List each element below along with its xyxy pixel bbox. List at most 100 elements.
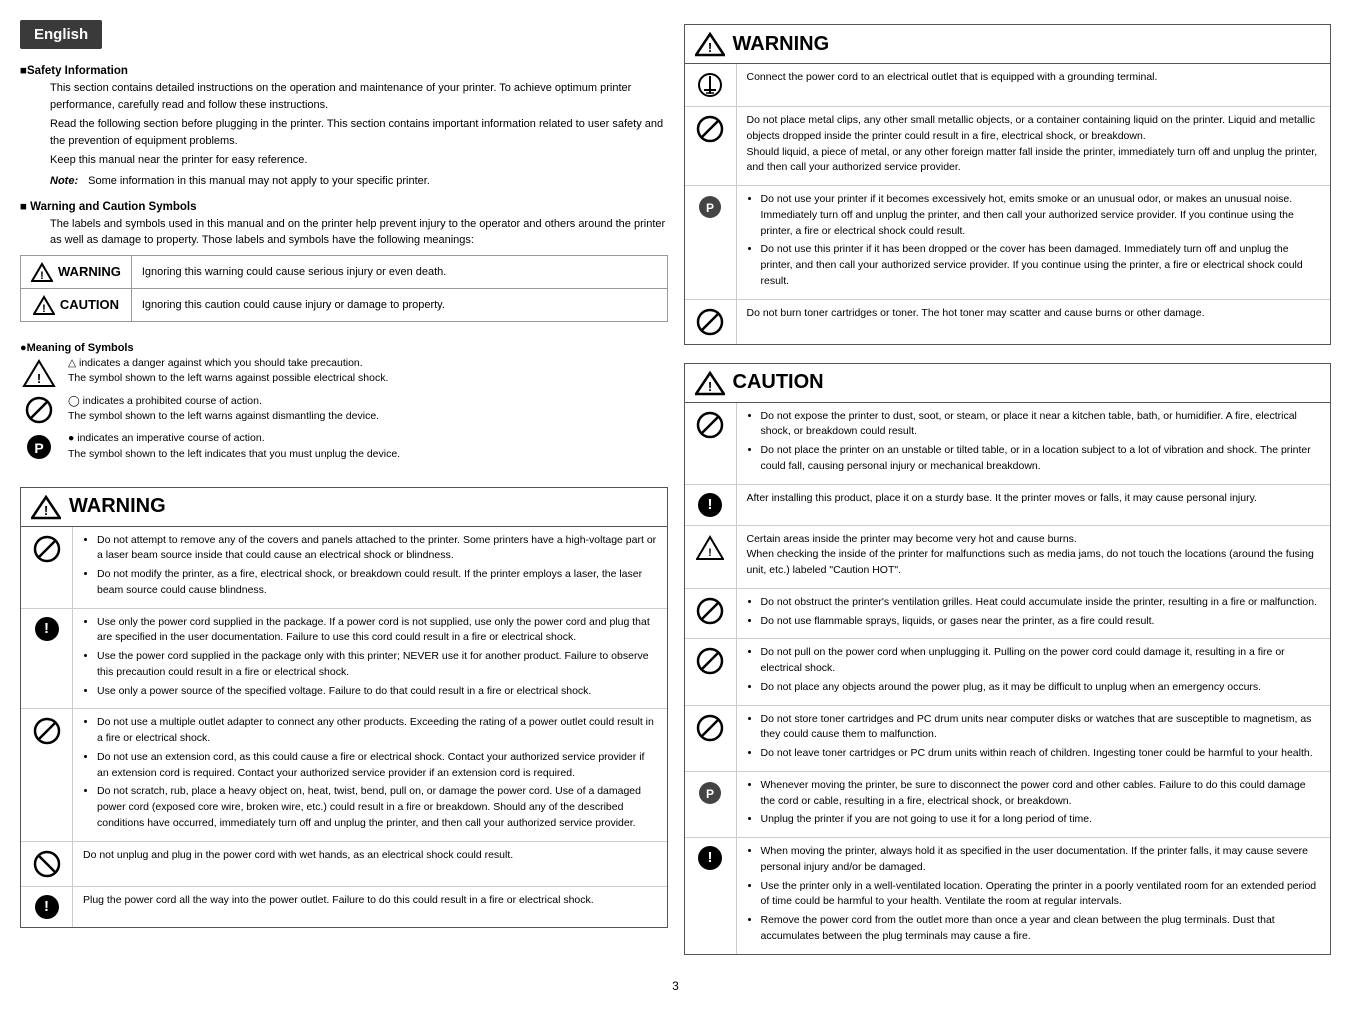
safety-section: ■Safety Information This section contain… — [20, 65, 668, 191]
rc-row1-icon — [685, 403, 737, 484]
row1-text: Do not attempt to remove any of the cove… — [73, 527, 667, 608]
danger-text: △ indicates a danger against which you s… — [68, 356, 388, 388]
rc-row3-text: Certain areas inside the printer may bec… — [737, 526, 1331, 588]
exclaim-icon-3: ! — [698, 493, 722, 517]
svg-text:!: ! — [707, 40, 711, 55]
left-warning-triangle-icon: ! — [31, 494, 61, 520]
symbol-row-danger: ! △ indicates a danger against which you… — [20, 356, 668, 388]
right-caution-triangle-icon: ! — [695, 370, 725, 396]
warning-caution-section: ■ Warning and Caution Symbols The labels… — [20, 201, 668, 328]
safety-para-1: This section contains detailed instructi… — [50, 80, 668, 113]
rc-row-8: ! When moving the printer, always hold i… — [685, 838, 1331, 954]
rc-row1-text: Do not expose the printer to dust, soot,… — [737, 403, 1331, 484]
table-row: ! CAUTION Ignoring this caution could ca… — [21, 288, 668, 321]
rw-row3-text: Do not use your printer if it becomes ex… — [737, 186, 1331, 299]
left-warning-box: ! WARNING Do not attempt to remove a — [20, 487, 668, 928]
row2-icon: ! — [21, 609, 73, 709]
left-warning-row-1: Do not attempt to remove any of the cove… — [21, 527, 667, 609]
left-warning-row-5: ! Plug the power cord all the way into t… — [21, 887, 667, 927]
rc-row3-icon: ! — [685, 526, 737, 588]
grounding-icon — [697, 72, 723, 98]
wc-title: ■ Warning and Caution Symbols — [20, 201, 668, 213]
svg-text:!: ! — [44, 503, 48, 518]
svg-text:P: P — [706, 201, 714, 215]
rw-row-4: Do not burn toner cartridges or toner. T… — [685, 300, 1331, 344]
rc-row7-text: Whenever moving the printer, be sure to … — [737, 772, 1331, 837]
rc-row7-icon: P — [685, 772, 737, 837]
rc-row-3: ! Certain areas inside the printer may b… — [685, 526, 1331, 589]
rc-row5-icon — [685, 639, 737, 704]
rw-row4-text: Do not burn toner cartridges or toner. T… — [737, 300, 1331, 344]
left-warning-row-3: Do not use a multiple outlet adapter to … — [21, 709, 667, 841]
rc-row4-text: Do not obstruct the printer's ventilatio… — [737, 589, 1331, 639]
exclaim-icon-2: ! — [35, 895, 59, 919]
prohibited-icon — [20, 396, 58, 424]
svg-text:!: ! — [707, 379, 711, 394]
rc-row-4: Do not obstruct the printer's ventilatio… — [685, 589, 1331, 640]
left-warning-header: ! WARNING — [21, 488, 667, 527]
rw-row1-text: Connect the power cord to an electrical … — [737, 64, 1331, 106]
exclaim-icon-4: ! — [698, 846, 722, 870]
rc-row6-icon — [685, 706, 737, 771]
meaning-title: ●Meaning of Symbols — [20, 342, 668, 354]
rw-row-2: Do not place metal clips, any other smal… — [685, 107, 1331, 186]
symbol-row-prohibited: ◯ indicates a prohibited course of actio… — [20, 394, 668, 426]
svg-text:!: ! — [40, 270, 44, 282]
rc-row-5: Do not pull on the power cord when unplu… — [685, 639, 1331, 705]
caution-symbol-cell: ! CAUTION — [21, 288, 132, 321]
rc-row8-icon: ! — [685, 838, 737, 954]
right-warning-box: ! WARNING Connect the power cord t — [684, 24, 1332, 345]
caution-text-cell: Ignoring this caution could cause injury… — [131, 288, 667, 321]
rc-row-1: Do not expose the printer to dust, soot,… — [685, 403, 1331, 485]
page-number: 3 — [20, 979, 1331, 993]
row5-icon: ! — [21, 887, 73, 927]
rw-row3-icon: P — [685, 186, 737, 299]
warning-triangle-icon: ! — [31, 262, 53, 282]
warning-symbol-cell: ! WARNING — [21, 255, 132, 288]
row4-icon — [21, 842, 73, 886]
rc-row8-text: When moving the printer, always hold it … — [737, 838, 1331, 954]
safety-para-3: Keep this manual near the printer for ea… — [50, 152, 668, 169]
symbol-row-imperative: P ● indicates an imperative course of ac… — [20, 431, 668, 463]
svg-text:!: ! — [37, 371, 41, 386]
wc-intro: The labels and symbols used in this manu… — [50, 216, 668, 249]
row1-icon — [21, 527, 73, 608]
danger-icon: ! — [20, 358, 58, 388]
left-warning-title: WARNING — [69, 495, 166, 518]
right-warning-header: ! WARNING — [685, 25, 1331, 64]
plug-icon-2: P — [697, 780, 723, 806]
rc-row-2: ! After installing this product, place i… — [685, 485, 1331, 526]
right-caution-title: CAUTION — [733, 371, 824, 394]
rw-row2-text: Do not place metal clips, any other smal… — [737, 107, 1331, 185]
row5-text: Plug the power cord all the way into the… — [73, 887, 667, 927]
imperative-icon: P — [20, 433, 58, 461]
symbol-table: ! WARNING Ignoring this warning could ca… — [20, 255, 668, 322]
rw-row2-icon — [685, 107, 737, 185]
row3-text: Do not use a multiple outlet adapter to … — [73, 709, 667, 840]
svg-text:!: ! — [42, 303, 46, 315]
right-warning-title: WARNING — [733, 33, 830, 56]
exclaim-icon: ! — [35, 617, 59, 641]
right-caution-box: ! CAUTION Do not expose the printer — [684, 363, 1332, 955]
language-header: English — [20, 20, 102, 49]
svg-text:P: P — [706, 787, 714, 801]
row4-text: Do not unplug and plug in the power cord… — [73, 842, 667, 886]
plug-icon: P — [697, 194, 723, 220]
rc-row4-icon — [685, 589, 737, 639]
safety-para-2: Read the following section before pluggi… — [50, 116, 668, 149]
rw-row-1: Connect the power cord to an electrical … — [685, 64, 1331, 107]
rc-row2-icon: ! — [685, 485, 737, 525]
imperative-text: ● indicates an imperative course of acti… — [68, 431, 400, 463]
table-row: ! WARNING Ignoring this warning could ca… — [21, 255, 668, 288]
svg-text:P: P — [34, 440, 43, 456]
rc-row-7: P Whenever moving the printer, be sure t… — [685, 772, 1331, 838]
row2-text: Use only the power cord supplied in the … — [73, 609, 667, 709]
caution-triangle-icon: ! — [33, 295, 55, 315]
rw-row4-icon — [685, 300, 737, 344]
safety-note: Note: Some information in this manual ma… — [20, 175, 668, 187]
rw-row-3: P Do not use your printer if it becomes … — [685, 186, 1331, 300]
row3-icon — [21, 709, 73, 840]
rc-row5-text: Do not pull on the power cord when unplu… — [737, 639, 1331, 704]
note-label: Note: — [50, 175, 78, 187]
svg-text:!: ! — [708, 547, 712, 559]
